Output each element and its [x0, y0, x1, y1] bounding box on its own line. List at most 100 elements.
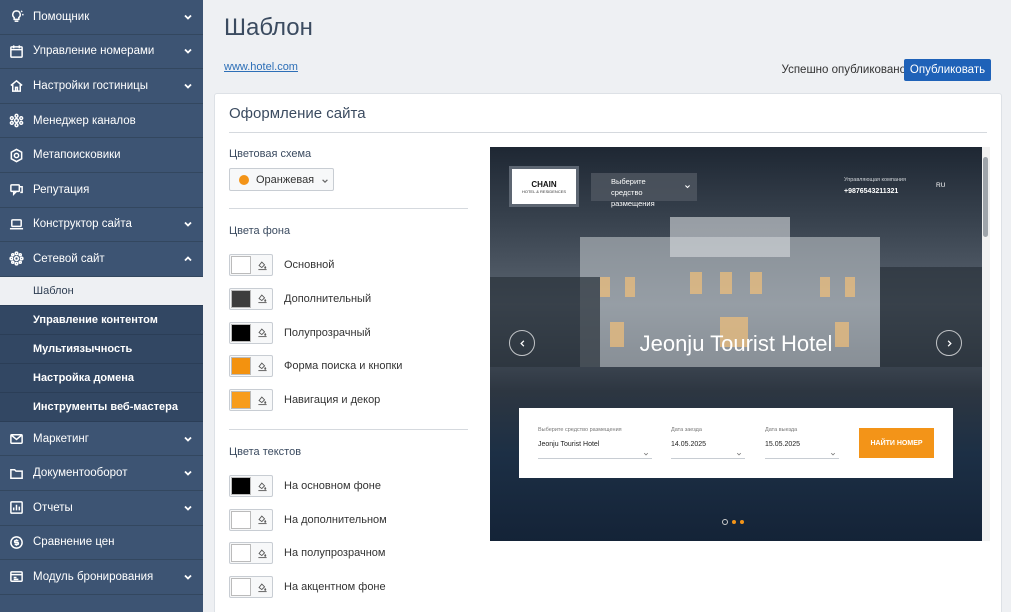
find-room-button[interactable]: НАЙТИ НОМЕР	[859, 428, 934, 458]
color-scheme-select[interactable]: Оранжевая	[229, 168, 334, 191]
site-preview: CHAIN HOTEL & RESIDENCES Выберите средст…	[490, 147, 982, 541]
preview-scrollbar[interactable]	[982, 147, 990, 541]
sidebar-item-label: Документооборот	[33, 467, 128, 480]
chevron-up-icon	[183, 254, 193, 264]
folder-icon	[8, 465, 24, 481]
checkin-field[interactable]: Дата заезда 14.05.2025	[671, 427, 745, 459]
preview-property-select[interactable]: Выберите средство размещения	[591, 173, 697, 208]
sidebar-subitem[interactable]: Инструменты веб-мастера	[0, 392, 203, 422]
logo-text: CHAIN	[531, 179, 557, 189]
color-picker[interactable]	[229, 475, 273, 497]
checkout-label: Дата выезда	[765, 427, 798, 433]
checkout-field[interactable]: Дата выезда 15.05.2025	[765, 427, 839, 459]
chevron-down-icon	[321, 176, 329, 184]
color-swatch	[231, 256, 251, 274]
hotel-building-image	[490, 217, 982, 367]
meta-search-icon	[8, 147, 24, 163]
property-field[interactable]: Выберите средство размещения Jeonju Tour…	[538, 427, 652, 459]
next-slide-button[interactable]	[936, 330, 962, 356]
chevron-down-icon	[183, 434, 193, 444]
bg-colors-label: Цвета фона	[229, 225, 291, 237]
language-switch[interactable]: RU	[936, 182, 945, 189]
color-picker[interactable]	[229, 542, 273, 565]
slider-dot[interactable]	[732, 520, 736, 524]
color-picker[interactable]	[229, 321, 273, 344]
chevron-down-icon	[643, 444, 649, 456]
mail-icon	[8, 431, 24, 447]
color-swatch	[231, 357, 251, 376]
prev-slide-button[interactable]	[509, 330, 535, 356]
sidebar-item-label: Сравнение цен	[33, 536, 115, 549]
color-picker[interactable]	[229, 389, 273, 412]
sidebar-item-label: Помощник	[33, 10, 90, 23]
sidebar-item-report[interactable]: Отчеты	[0, 491, 203, 526]
paint-bucket-icon	[252, 356, 272, 376]
color-row: Навигация и декор	[229, 389, 381, 412]
sidebar-item-sitemap[interactable]: Сетевой сайт	[0, 242, 203, 277]
color-swatch	[231, 323, 251, 342]
color-swatch	[231, 578, 251, 597]
sidebar-item-meta-search[interactable]: Метапоисковики	[0, 138, 203, 173]
paint-bucket-icon	[252, 577, 272, 597]
sidebar-item-laptop[interactable]: Конструктор сайта	[0, 208, 203, 243]
color-picker[interactable]	[229, 576, 273, 599]
color-row: На акцентном фоне	[229, 576, 386, 599]
color-row: Основной	[229, 254, 334, 276]
sidebar-item-booking[interactable]: Модуль бронирования	[0, 560, 203, 595]
sidebar-item-network[interactable]: Менеджер каналов	[0, 104, 203, 139]
sidebar-subitem[interactable]: Управление контентом	[0, 305, 203, 335]
company-phone: +9876543211321	[844, 188, 899, 195]
color-row: На полупрозрачном	[229, 542, 385, 565]
sidebar-subitem[interactable]: Мультиязычность	[0, 334, 203, 364]
color-name: На акцентном фоне	[284, 581, 386, 594]
page-title: Шаблон	[224, 14, 313, 41]
paint-bucket-icon	[252, 255, 272, 275]
property-field-value: Jeonju Tourist Hotel	[538, 441, 600, 448]
chevron-down-icon	[183, 219, 193, 229]
color-picker[interactable]	[229, 254, 273, 276]
sidebar-item-label: Менеджер каналов	[33, 114, 136, 127]
color-name: Полупрозрачный	[284, 326, 371, 339]
color-row: Полупрозрачный	[229, 321, 371, 344]
preview-search-form: Выберите средство размещения Jeonju Tour…	[519, 408, 953, 478]
color-picker[interactable]	[229, 287, 273, 310]
chevron-right-icon	[947, 339, 952, 347]
scrollbar-thumb[interactable]	[983, 157, 988, 237]
sidebar-item-lightbulb[interactable]: Помощник	[0, 0, 203, 35]
site-link[interactable]: www.hotel.com	[224, 61, 298, 73]
sidebar-item-calendar[interactable]: Управление номерами	[0, 35, 203, 70]
color-picker[interactable]	[229, 355, 273, 378]
paint-bucket-icon	[252, 543, 272, 563]
lightbulb-icon	[8, 9, 24, 25]
chevron-down-icon	[183, 503, 193, 513]
sidebar-item-label: Отчеты	[33, 501, 73, 514]
color-picker[interactable]	[229, 508, 273, 531]
hotel-name: Jeonju Tourist Hotel	[639, 331, 833, 356]
slider-dots	[722, 519, 744, 525]
paint-bucket-icon	[252, 323, 272, 343]
slider-dot[interactable]	[740, 520, 744, 524]
chevron-down-icon	[183, 572, 193, 582]
checkout-value: 15.05.2025	[765, 441, 801, 448]
publish-button[interactable]: Опубликовать	[904, 59, 991, 81]
paint-bucket-icon	[252, 476, 272, 496]
sidebar-item-price[interactable]: Сравнение цен	[0, 526, 203, 561]
property-field-label: Выберите средство размещения	[538, 427, 622, 433]
sidebar-subitem[interactable]: Шаблон	[0, 276, 203, 306]
checkin-label: Дата заезда	[671, 427, 702, 433]
chevron-down-icon	[684, 183, 691, 190]
sidebar-subitem[interactable]: Настройка домена	[0, 363, 203, 393]
sidebar-item-home[interactable]: Настройки гостиницы	[0, 69, 203, 104]
sidebar-item-chat[interactable]: Репутация	[0, 173, 203, 208]
color-swatch	[231, 391, 251, 410]
slider-dot[interactable]	[722, 519, 728, 525]
color-row: Форма поиска и кнопки	[229, 355, 402, 378]
divider	[229, 132, 987, 133]
orange-dot-icon	[239, 174, 249, 185]
sidebar-item-label: Репутация	[33, 183, 90, 196]
color-swatch	[231, 289, 251, 308]
sidebar-item-mail[interactable]: Маркетинг	[0, 422, 203, 457]
color-name: Навигация и декор	[284, 394, 381, 407]
sidebar-item-folder[interactable]: Документооборот	[0, 456, 203, 491]
paint-bucket-icon	[252, 510, 272, 530]
